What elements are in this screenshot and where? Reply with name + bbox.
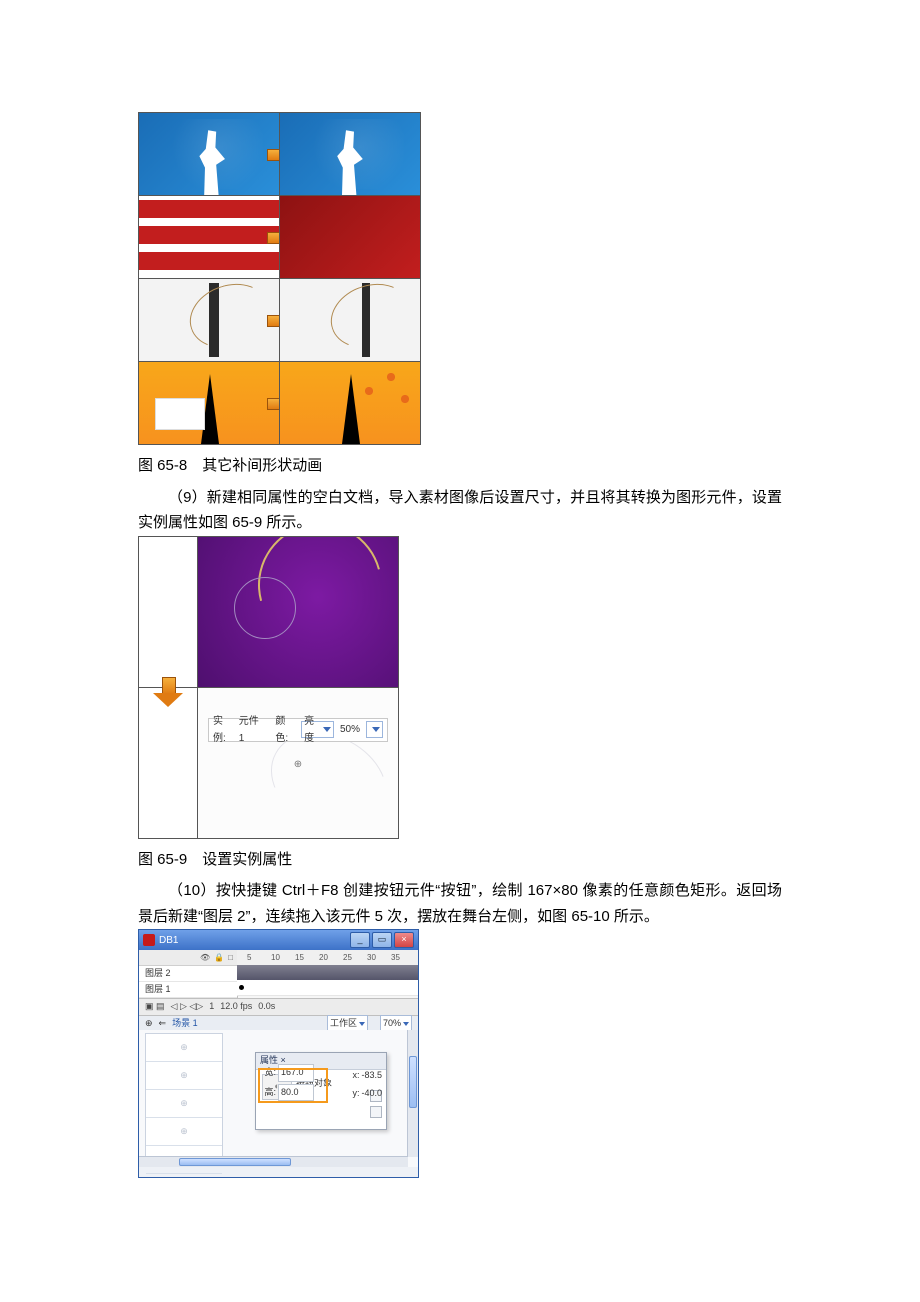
instance-value: 元件 1 xyxy=(239,713,264,747)
layer-row[interactable]: 图层 2 xyxy=(139,966,237,982)
layer1-track[interactable] xyxy=(237,980,418,996)
percent-dropdown[interactable] xyxy=(366,721,383,738)
minimize-button[interactable]: _ xyxy=(350,932,370,948)
vertical-scrollbar[interactable] xyxy=(407,1030,418,1157)
window-title: DB1 xyxy=(159,932,178,949)
button-instances-column: ⊕ ⊕ ⊕ ⊕ ⊕ xyxy=(145,1033,223,1161)
x-label: x: xyxy=(352,1068,359,1083)
fig8-cell xyxy=(280,362,420,444)
fig8-cell xyxy=(139,113,279,195)
swap-icon[interactable] xyxy=(370,1106,382,1118)
arrow-right-icon xyxy=(265,306,279,334)
x-field[interactable]: -83.5 xyxy=(361,1068,382,1083)
figure-65-8 xyxy=(138,112,421,445)
arrow-right-icon xyxy=(265,223,279,251)
figure-65-10: DB1 _ ▭ × 👁🔒□ 图层 2 图层 1 5 10 15 20 xyxy=(138,929,419,1178)
arrow-down-icon xyxy=(153,677,183,709)
window-titlebar: DB1 _ ▭ × xyxy=(139,930,418,950)
fig8-cell xyxy=(139,279,279,361)
paragraph-10: （10）按快捷键 Ctrl＋F8 创建按钮元件“按钮”，绘制 167×80 像素… xyxy=(138,878,782,929)
instance-property-bar: 实例: 元件 1 颜色: 亮度 50% xyxy=(208,718,388,742)
height-label: 高: xyxy=(260,1085,276,1100)
maximize-button[interactable]: ▭ xyxy=(372,932,392,948)
fig8-cell xyxy=(280,196,420,278)
height-field[interactable]: 80.0 xyxy=(278,1084,314,1101)
brightness-percent: 50% xyxy=(340,721,360,738)
fig8-cell xyxy=(139,196,279,278)
close-button[interactable]: × xyxy=(394,932,414,948)
paragraph-9: （9）新建相同属性的空白文档，导入素材图像后设置尺寸，并且将其转换为图形元件，设… xyxy=(138,485,782,536)
timeline-status: ▣ ▤ ◁ ▷ ◁▷ 1 12.0 fps 0.0s xyxy=(139,999,418,1016)
figure-65-8-caption: 图 65-8 其它补间形状动画 xyxy=(138,453,782,479)
arrow-right-icon xyxy=(265,389,279,417)
fig8-cell xyxy=(280,279,420,361)
width-field[interactable]: 167.0 xyxy=(278,1064,314,1081)
figure-65-9: 实例: 元件 1 颜色: 亮度 50% ⊕ xyxy=(138,536,399,839)
button-instance[interactable]: ⊕ xyxy=(146,1034,222,1062)
width-label: 宽: xyxy=(260,1065,276,1080)
fig8-cell xyxy=(139,362,279,444)
fig9-purple-image xyxy=(198,537,398,687)
fig8-cell xyxy=(280,113,420,195)
y-label: y: xyxy=(352,1086,359,1101)
arrow-right-icon xyxy=(265,140,279,168)
layer2-track[interactable] xyxy=(237,965,418,980)
properties-panel: 属性 × ◐ 按钮对象 宽: 167.0 高: xyxy=(255,1052,387,1130)
horizontal-scrollbar[interactable] xyxy=(139,1156,408,1167)
app-icon xyxy=(143,934,155,946)
figure-65-9-caption: 图 65-9 设置实例属性 xyxy=(138,847,782,873)
center-handle-icon: ⊕ xyxy=(294,756,302,773)
fig9-properties-panel: 实例: 元件 1 颜色: 亮度 50% ⊕ xyxy=(198,688,398,838)
y-field[interactable]: -40.0 xyxy=(361,1086,382,1101)
layer-row[interactable]: 图层 1 xyxy=(139,982,237,998)
button-instance[interactable]: ⊕ xyxy=(146,1090,222,1118)
button-instance[interactable]: ⊕ xyxy=(146,1118,222,1146)
color-label: 颜色: xyxy=(275,713,295,747)
frame-ruler: 5 10 15 20 25 30 35 xyxy=(237,950,418,966)
instance-label: 实例: xyxy=(213,713,233,747)
timeline-panel: 👁🔒□ 图层 2 图层 1 5 10 15 20 25 30 35 xyxy=(139,950,418,999)
color-dropdown[interactable]: 亮度 xyxy=(301,721,334,738)
button-instance[interactable]: ⊕ xyxy=(146,1062,222,1090)
